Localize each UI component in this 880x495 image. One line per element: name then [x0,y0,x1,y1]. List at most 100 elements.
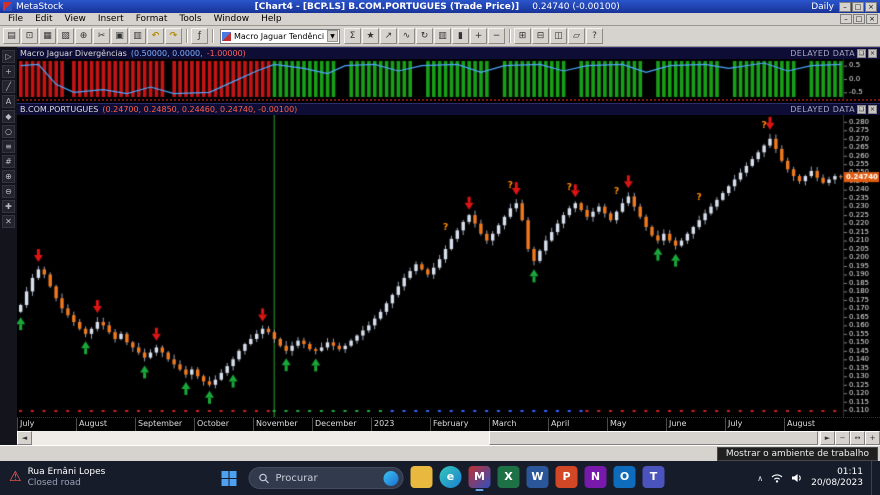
menu-format[interactable]: Format [130,14,174,24]
zoom-in-button[interactable]: + [470,28,487,44]
excel-icon: X [498,466,520,488]
show-desktop-button[interactable] [871,461,876,495]
menu-edit[interactable]: Edit [29,14,58,24]
print-preview-button[interactable]: ⊕ [75,28,92,44]
cascade-button[interactable]: ▱ [568,28,585,44]
show-desktop-tooltip: Mostrar o ambiente de trabalho [717,447,878,461]
favorites-button[interactable]: ★ [362,28,379,44]
grid-tool-button[interactable]: # [2,155,15,168]
save-button[interactable]: ▦ [39,28,56,44]
powerpoint-icon[interactable]: P [556,466,578,491]
paste-button[interactable]: ▥ [129,28,146,44]
price-chart-canvas[interactable] [17,115,880,417]
help-button[interactable]: ? [586,28,603,44]
bing-icon[interactable] [384,471,399,486]
zoom-out-tool-button[interactable]: ⊖ [2,185,15,198]
zoom-in-scroll-button[interactable]: + [865,431,880,445]
maximize-button[interactable]: □ [852,2,864,12]
indicator-template-value: Macro Jaguar Tendência Alt [234,32,324,41]
onenote-icon[interactable]: N [585,466,607,491]
window-title-area: [Chart4 - [BCP.LS] B.COM.PORTUGUES (Trad… [67,2,807,12]
expert-advisor-button[interactable]: ƒ [191,28,208,44]
cut-button[interactable]: ✂ [93,28,110,44]
taskbar-search[interactable]: Procurar [249,467,404,489]
crosshair-tool-button[interactable]: + [2,65,15,78]
mdi-close-button[interactable]: × [866,14,878,24]
scroll-left-button[interactable]: ◄ [17,431,32,445]
panel-restore-button[interactable]: ❏ [857,105,866,114]
taskbar-weather-widget[interactable]: ⚠ Rua Ernâni Lopes Closed road [0,467,114,490]
arrow-tool-button[interactable]: ↗ [380,28,397,44]
zoom-out-button[interactable]: − [488,28,505,44]
zoom-fit-button[interactable]: ↔ [850,431,865,445]
chevron-down-icon[interactable]: ▼ [327,30,338,42]
redo-button[interactable]: ↷ [165,28,182,44]
mdi-minimize-button[interactable]: – [840,14,852,24]
layout-grid-button[interactable]: ⊞ [514,28,531,44]
text-tool-button[interactable]: A [2,95,15,108]
tile-horizontal-button[interactable]: ⊟ [532,28,549,44]
indicator-values-negative: -1.00000) [207,49,246,58]
excel-icon[interactable]: X [498,466,520,491]
copy-button[interactable]: ▣ [111,28,128,44]
trendline-tool-button[interactable]: ╱ [2,80,15,93]
delete-tool-button[interactable]: ✕ [2,215,15,228]
symbol-tool-button[interactable]: ◆ [2,110,15,123]
menu-items: FileEditViewInsertFormatToolsWindowHelp [2,14,288,24]
clock[interactable]: 01:11 20/08/2023 [811,467,863,489]
minimize-button[interactable]: – [839,2,851,12]
explorer-icon[interactable] [411,466,433,491]
refresh-button[interactable]: ↻ [416,28,433,44]
ohlc-values: (0.24700, 0.24850, 0.24460, 0.24740, -0.… [102,105,297,114]
menu-view[interactable]: View [59,14,92,24]
tray-date: 20/08/2023 [811,478,863,489]
toolbar-separator [212,29,213,43]
scrollbar-track[interactable] [32,431,820,445]
outlook-icon[interactable]: O [614,466,636,491]
new-chart-button[interactable]: ▤ [3,28,20,44]
axis-month-label: April [548,418,607,431]
word-icon[interactable]: W [527,466,549,491]
indicator-line-button[interactable]: ∿ [398,28,415,44]
attach-expert-button[interactable]: Σ [344,28,361,44]
scroll-right-button[interactable]: ► [820,431,835,445]
pointer-tool-button[interactable]: ▷ [2,50,15,63]
print-button[interactable]: ▧ [57,28,74,44]
teams-icon[interactable]: T [643,466,665,491]
metastock-icon[interactable]: M [469,466,491,491]
menu-window[interactable]: Window [208,14,256,24]
toolbar-separator [509,29,510,43]
weather-line2: Closed road [28,478,106,489]
open-chart-button[interactable]: ⊡ [21,28,38,44]
volume-icon[interactable] [791,473,803,483]
delayed-data-label: DELAYED DATA [790,105,855,114]
mdi-restore-button[interactable]: □ [853,14,865,24]
zoom-out-scroll-button[interactable]: − [835,431,850,445]
panel-restore-button[interactable]: ❏ [857,49,866,58]
menu-tools[interactable]: Tools [173,14,207,24]
indicator-template-select[interactable]: Macro Jaguar Tendência Alt ▼ [220,29,340,44]
scrollbar-thumb[interactable] [489,431,818,445]
wifi-icon[interactable] [771,473,783,483]
chevron-up-icon[interactable]: ∧ [757,474,763,483]
close-button[interactable]: × [865,2,877,12]
menu-insert[interactable]: Insert [92,14,130,24]
panel-close-button[interactable]: × [868,49,877,58]
indicator-chart-canvas[interactable] [17,59,880,99]
hand-tool-button[interactable]: ✚ [2,200,15,213]
traffic-alert-icon: ⚠ [9,469,22,487]
fibonacci-tool-button[interactable]: ≡ [2,140,15,153]
ellipse-tool-button[interactable]: ○ [2,125,15,138]
panel-close-button[interactable]: × [868,105,877,114]
menu-file[interactable]: File [2,14,29,24]
tile-vertical-button[interactable]: ◫ [550,28,567,44]
weather-line1: Rua Ernâni Lopes [28,467,106,478]
undo-button[interactable]: ↶ [147,28,164,44]
zoom-in-tool-button[interactable]: ⊕ [2,170,15,183]
menu-help[interactable]: Help [255,14,288,24]
candlestick-style-button[interactable]: ▮ [452,28,469,44]
edge-icon[interactable]: e [440,466,462,491]
price-panel-titlebar: B.COM.PORTUGUES (0.24700, 0.24850, 0.244… [17,103,880,115]
bar-style-button[interactable]: ▥ [434,28,451,44]
start-button[interactable] [216,465,242,491]
